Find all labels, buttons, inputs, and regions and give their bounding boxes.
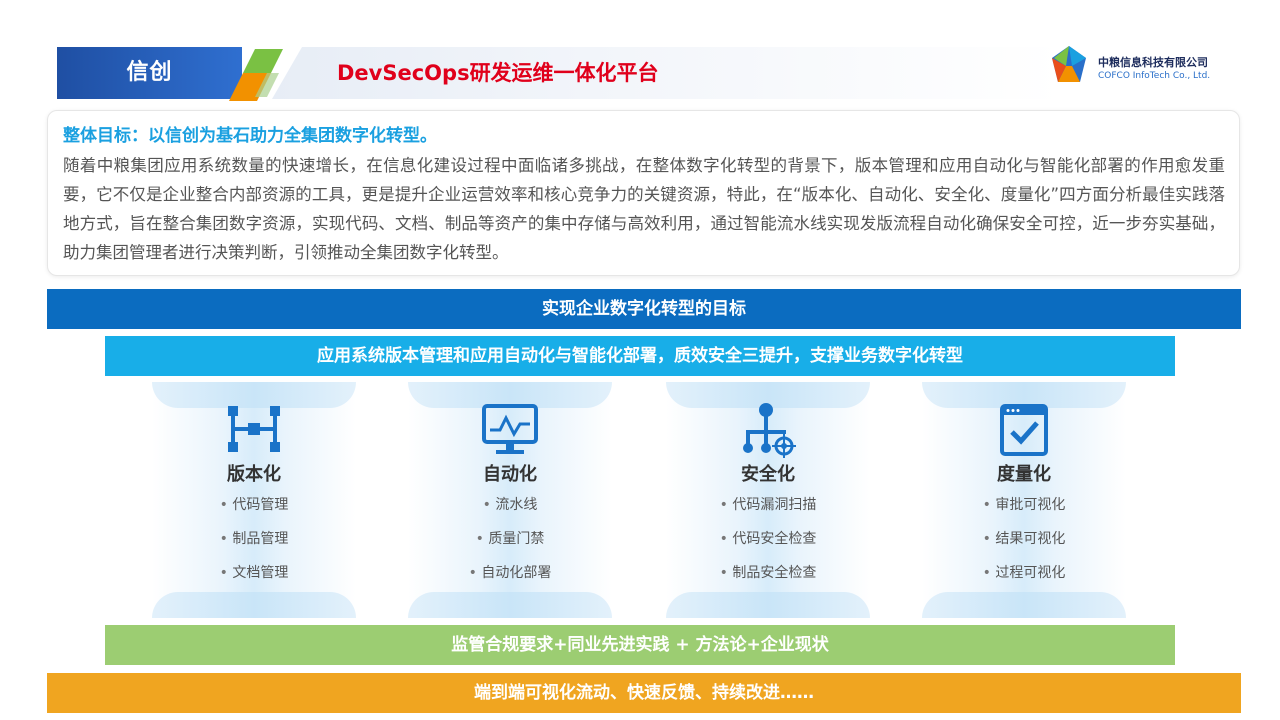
list-item: 制品管理 xyxy=(152,529,356,563)
list-item: 质量门禁 xyxy=(408,529,612,563)
list-item: 代码管理 xyxy=(152,495,356,529)
company-logo: 中粮信息科技有限公司 COFCO InfoTech Co., Ltd. xyxy=(1046,44,1236,96)
pillar-automation: 自动化 流水线 质量门禁 自动化部署 xyxy=(408,382,612,618)
pillar-security: 安全化 代码漏洞扫描 代码安全检查 制品安全检查 xyxy=(666,382,870,618)
summary-body: 随着中粮集团应用系统数量的快速增长，在信息化建设过程中面临诸多挑战，在整体数字化… xyxy=(63,156,1225,262)
header-tag: 信创 xyxy=(126,60,173,85)
pillar-title: 安全化 xyxy=(741,464,795,485)
checklist-icon xyxy=(1000,404,1048,456)
list-item: 文档管理 xyxy=(152,563,356,597)
list-item: 结果可视化 xyxy=(922,529,1126,563)
company-name-en: COFCO InfoTech Co., Ltd. xyxy=(1098,71,1211,81)
goal-bar: 实现企业数字化转型的目标 xyxy=(47,289,1241,329)
cofco-logo-icon xyxy=(1052,46,1086,82)
application-bar: 应用系统版本管理和应用自动化与智能化部署，质效安全三提升，支撑业务数字化转型 xyxy=(105,336,1175,376)
security-target-icon xyxy=(743,403,796,458)
list-item: 制品安全检查 xyxy=(666,563,870,597)
pillar-title: 度量化 xyxy=(997,464,1051,485)
pillar-title: 自动化 xyxy=(483,464,537,485)
list-item: 过程可视化 xyxy=(922,563,1126,597)
summary-card: 整体目标：以信创为基石助力全集团数字化转型。 随着中粮集团应用系统数量的快速增长… xyxy=(47,110,1240,276)
list-item: 代码漏洞扫描 xyxy=(666,495,870,529)
continuous-improvement-bar: 端到端可视化流动、快速反馈、持续改进…… xyxy=(47,673,1241,713)
pillar-list: 流水线 质量门禁 自动化部署 xyxy=(408,495,612,597)
company-name-cn: 中粮信息科技有限公司 xyxy=(1098,56,1208,69)
pillar-list: 代码管理 制品管理 文档管理 xyxy=(152,495,356,597)
version-network-icon xyxy=(228,406,280,452)
pillar-versioning: 版本化 代码管理 制品管理 文档管理 xyxy=(152,382,356,618)
pillar-title: 版本化 xyxy=(227,464,281,485)
list-item: 代码安全检查 xyxy=(666,529,870,563)
list-item: 流水线 xyxy=(408,495,612,529)
page-title: DevSecOps研发运维一体化平台 xyxy=(337,61,659,85)
list-item: 审批可视化 xyxy=(922,495,1126,529)
summary-heading: 整体目标：以信创为基石助力全集团数字化转型。 xyxy=(63,126,437,146)
pillar-metrics: 度量化 审批可视化 结果可视化 过程可视化 xyxy=(922,382,1126,618)
pillar-list: 代码漏洞扫描 代码安全检查 制品安全检查 xyxy=(666,495,870,597)
slide-header: 信创 DevSecOps研发运维一体化平台 xyxy=(57,45,1062,101)
regulation-bar: 监管合规要求+同业先进实践 + 方法论+企业现状 xyxy=(105,625,1175,665)
monitor-chart-icon xyxy=(482,404,538,454)
list-item: 自动化部署 xyxy=(408,563,612,597)
pillar-list: 审批可视化 结果可视化 过程可视化 xyxy=(922,495,1126,597)
